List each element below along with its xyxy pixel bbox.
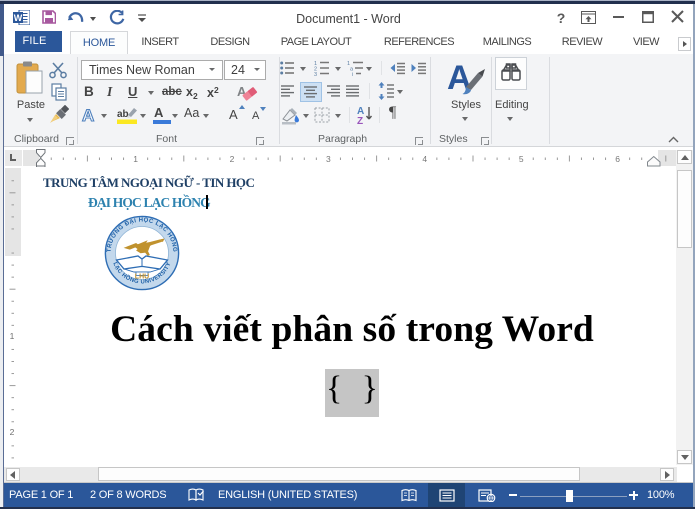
svg-text:?: ? [557, 11, 566, 25]
svg-text:Z: Z [357, 116, 363, 125]
svg-text:A: A [82, 106, 94, 123]
svg-text:1: 1 [133, 154, 138, 164]
svg-text:ab: ab [117, 109, 129, 120]
svg-text:5: 5 [519, 154, 524, 164]
svg-text:W: W [14, 13, 23, 23]
svg-text:3: 3 [326, 154, 331, 164]
svg-text:i: i [352, 72, 353, 76]
svg-text:2: 2 [10, 427, 15, 437]
svg-text:4: 4 [422, 154, 427, 164]
svg-text:LHU: LHU [135, 274, 149, 281]
svg-text:6: 6 [615, 154, 620, 164]
svg-text:2: 2 [230, 154, 235, 164]
svg-text:3: 3 [314, 72, 317, 76]
